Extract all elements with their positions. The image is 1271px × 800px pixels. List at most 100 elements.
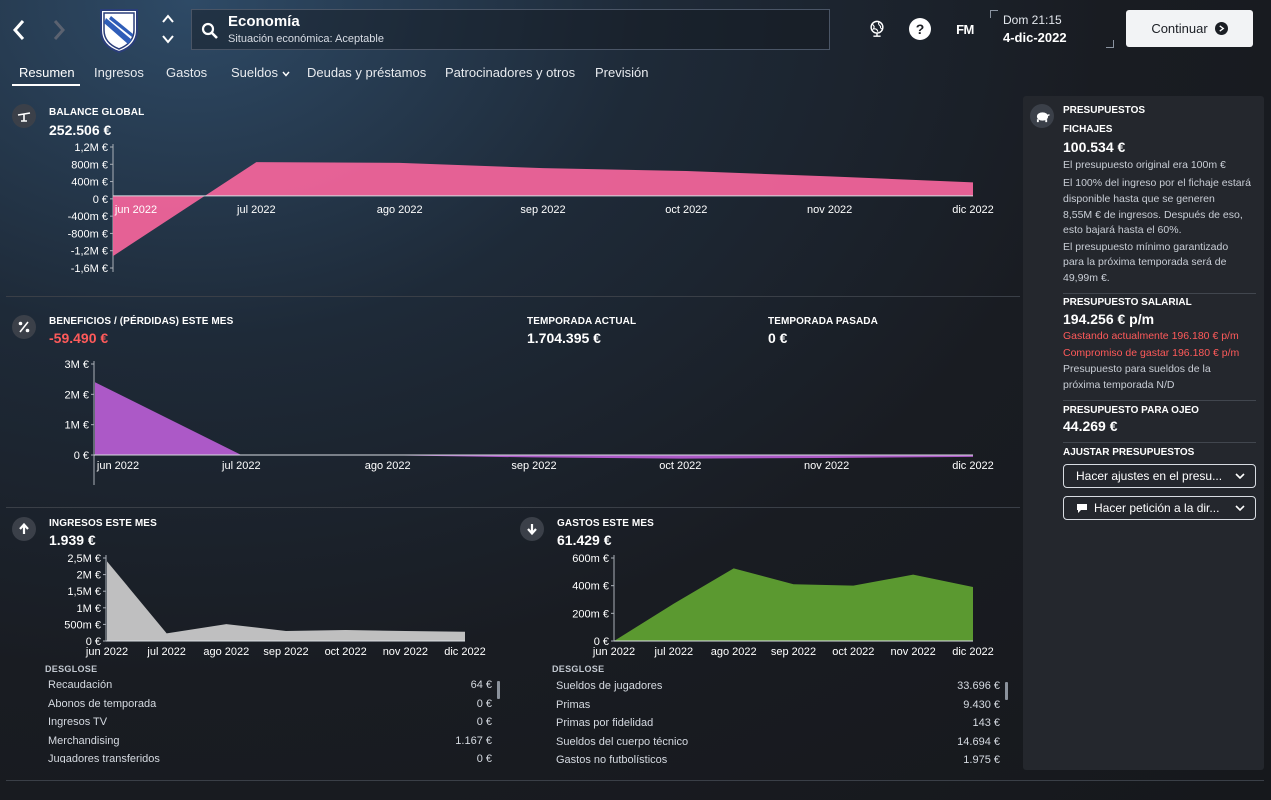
list-item: Ingresos TV 0 € <box>48 716 492 728</box>
y-tick-label: 200m € <box>572 608 609 620</box>
active-tab-indicator <box>12 84 80 86</box>
x-tick-label: jul 2022 <box>236 204 276 216</box>
fm-logo-icon[interactable]: FM <box>952 18 978 40</box>
profit-chart: 3M € 2M € 1M € 0 € jun 2022 jul 2022 ago 2022 s… <box>65 359 994 485</box>
tab-bar: Resumen Ingresos Gastos Sueldos Deudas y… <box>0 58 1271 88</box>
balance-label: BALANCE GLOBAL <box>49 107 145 118</box>
x-tick-label: nov 2022 <box>804 460 849 472</box>
adjust-budgets-label: AJUSTAR PRESUPUESTOS <box>1063 447 1195 458</box>
continue-button[interactable]: Continuar <box>1126 10 1253 47</box>
expenses-label: GASTOS ESTE MES <box>557 518 654 529</box>
y-tick-label: 2M € <box>77 570 101 582</box>
x-tick-label: ago 2022 <box>203 646 249 658</box>
game-date[interactable]: Dom 21:15 4-dic-2022 <box>990 10 1114 48</box>
y-tick-label: 500m € <box>64 619 101 631</box>
continue-label: Continuar <box>1151 21 1208 36</box>
help-icon[interactable]: ? <box>909 18 931 40</box>
expenses-value: 61.429 € <box>557 532 612 548</box>
page-title: Economía <box>228 13 300 30</box>
expenses-breakdown-list[interactable]: Sueldos de jugadores 33.696 € Primas 9.430… <box>556 678 1000 764</box>
adjust-budget-label: Hacer ajustes en el presu... <box>1076 469 1223 483</box>
x-tick-label: nov 2022 <box>807 204 852 216</box>
x-tick-label: oct 2022 <box>325 646 367 658</box>
transfer-budget-note: 8,55M € de ingresos. Después de eso, <box>1063 209 1243 221</box>
list-item: Jugadores transferidos 0 € <box>48 753 492 763</box>
income-scrollbar[interactable] <box>497 681 500 699</box>
tab-resumen[interactable]: Resumen <box>19 65 75 80</box>
x-tick-label: jun 2022 <box>114 204 157 216</box>
transfer-budget-note: El presupuesto original era 100m € <box>1063 159 1226 171</box>
season-last-label: TEMPORADA PASADA <box>768 316 878 327</box>
tab-gastos[interactable]: Gastos <box>166 65 207 80</box>
arrow-right-icon <box>1214 22 1228 35</box>
list-item: Abonos de temporada 0 € <box>48 697 492 710</box>
income-breakdown-list[interactable]: Recaudación 64 € Abonos de temporada 0 € I… <box>48 677 492 763</box>
x-tick-label: ago 2022 <box>365 460 411 472</box>
chat-bubble-icon <box>1077 503 1087 513</box>
season-current-value: 1.704.395 € <box>527 330 601 346</box>
y-tick-label: 2,5M € <box>67 553 101 565</box>
x-tick-label: oct 2022 <box>832 646 874 658</box>
tab-deudas[interactable]: Deudas y préstamos <box>307 65 426 80</box>
section-divider <box>6 296 1020 297</box>
income-label: INGRESOS ESTE MES <box>49 518 157 529</box>
globe-icon[interactable] <box>866 18 888 40</box>
search-bar[interactable]: Economía Situación económica: Aceptable <box>191 9 830 50</box>
transfer-budget-note: disponible hasta que se generen <box>1063 193 1215 205</box>
back-button[interactable] <box>6 14 32 46</box>
x-tick-label: jun 2022 <box>592 646 635 658</box>
wage-budget-label: PRESUPUESTO SALARIAL <box>1063 297 1192 308</box>
y-tick-label: 1M € <box>77 603 101 615</box>
profit-value: -59.490 € <box>49 330 109 346</box>
section-divider <box>6 507 1020 508</box>
adjust-budget-dropdown[interactable]: Hacer ajustes en el presu... <box>1063 464 1256 488</box>
income-value: 1.939 € <box>49 532 96 548</box>
panel-divider <box>1063 442 1256 443</box>
list-item: Primas 9.430 € <box>556 698 1000 711</box>
page-subtitle: Situación económica: Aceptable <box>228 33 384 45</box>
y-tick-label: 400m € <box>572 581 609 593</box>
season-current-label: TEMPORADA ACTUAL <box>527 316 637 327</box>
y-tick-label: 0 € <box>93 194 108 206</box>
series-area <box>614 568 973 641</box>
y-tick-label: 0 € <box>74 450 89 462</box>
x-tick-label: sep 2022 <box>511 460 556 472</box>
list-item: Sueldos del cuerpo técnico 14.694 € <box>556 735 1000 748</box>
x-tick-label: oct 2022 <box>659 460 701 472</box>
list-item: Primas por fidelidad 143 € <box>556 717 1000 729</box>
board-request-label: Hacer petición a la dir... <box>1094 501 1220 515</box>
tab-patrocinadores[interactable]: Patrocinadores y otros <box>445 65 575 80</box>
wage-commitment: Compromiso de gastar 196.180 € p/m <box>1063 347 1240 359</box>
list-item: Recaudación 64 € <box>48 679 492 691</box>
expenses-scrollbar[interactable] <box>1005 682 1008 700</box>
tab-prevision[interactable]: Previsión <box>595 65 648 80</box>
board-request-dropdown[interactable]: Hacer petición a la dir... <box>1063 496 1256 520</box>
x-tick-label: jun 2022 <box>96 460 139 472</box>
forward-button[interactable] <box>46 14 72 46</box>
chevron-down-icon <box>1235 473 1245 479</box>
chevron-down-icon[interactable] <box>162 34 174 44</box>
chevron-right-icon <box>53 20 66 40</box>
balance-chart: 1,2M € 800m € 400m € 0 € -400m € -800m € -1,2M… <box>68 142 994 275</box>
tab-ingresos[interactable]: Ingresos <box>94 65 144 80</box>
x-tick-label: ago 2022 <box>377 204 423 216</box>
chevron-up-icon[interactable] <box>162 14 174 24</box>
x-tick-label: oct 2022 <box>665 204 707 216</box>
transfer-budget-label: FICHAJES <box>1063 124 1113 135</box>
club-switcher[interactable] <box>159 14 177 44</box>
budgets-panel: PRESUPUESTOS FICHAJES 100.534 € El presu… <box>1023 96 1264 770</box>
list-item: Merchandising 1.167 € <box>48 734 492 747</box>
x-tick-label: jul 2022 <box>654 646 694 658</box>
y-tick-label: -800m € <box>68 228 108 240</box>
transfer-budget-note: El 100% del ingreso por el fichaje estar… <box>1063 177 1251 189</box>
club-badge-icon[interactable] <box>97 6 141 54</box>
tab-sueldos[interactable]: Sueldos <box>231 65 290 80</box>
season-last-value: 0 € <box>768 330 788 346</box>
expenses-chart: 600m €400m €200m €0 €jun 2022 jul 2022 ago… <box>572 553 994 658</box>
list-item: Gastos no futbolísticos 1.975 € <box>556 754 1000 764</box>
date-day: Dom 21:15 <box>1003 13 1062 27</box>
x-tick-label: sep 2022 <box>771 646 816 658</box>
y-tick-label: 3M € <box>65 359 89 371</box>
y-tick-label: 1,2M € <box>74 142 108 154</box>
x-tick-label: ago 2022 <box>711 646 757 658</box>
